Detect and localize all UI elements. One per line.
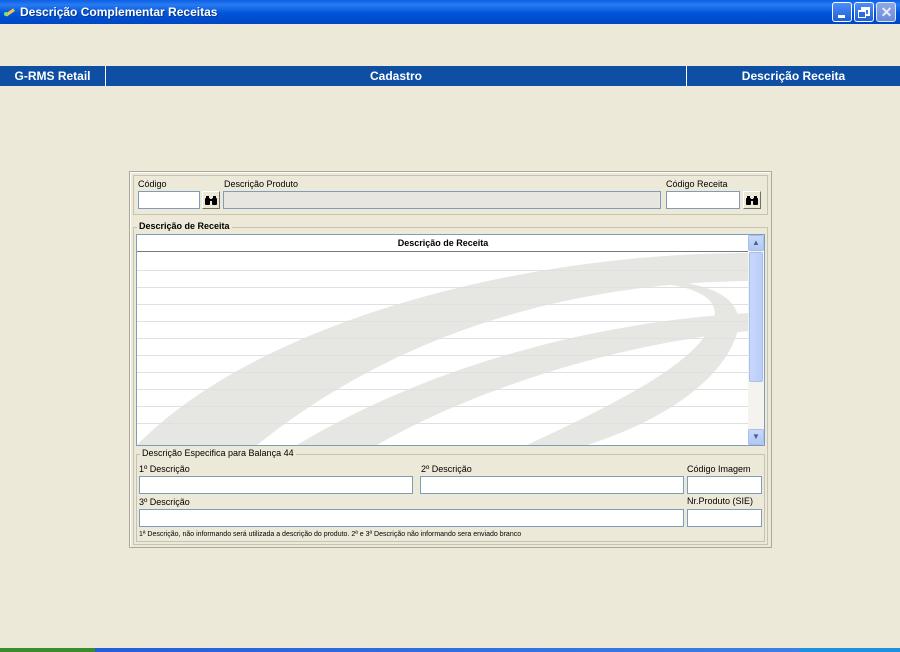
taskbar-edge [0, 648, 900, 652]
close-button[interactable]: ✕ [876, 2, 896, 22]
binoculars-icon [205, 196, 217, 205]
codigo-label: Código [138, 179, 167, 189]
descricao-3-label: 3º Descrição [139, 497, 190, 507]
codigo-receita-label: Código Receita [666, 179, 728, 189]
nr-produto-input[interactable] [687, 509, 762, 527]
descricao-receita-group-title: Descrição de Receita [137, 221, 232, 231]
title-bar: Descrição Complementar Receitas ✕ [0, 0, 900, 24]
find-produto-button[interactable] [202, 191, 220, 209]
grid-vertical-scrollbar[interactable]: ▲ ▼ [748, 235, 764, 445]
header-app-name: G-RMS Retail [0, 66, 106, 86]
header-screen: Descrição Receita [741, 69, 846, 83]
minimize-icon [838, 15, 845, 18]
descricao-produto-label: Descrição Produto [224, 179, 299, 189]
nr-produto-label: Nr.Produto (SIE) [687, 496, 754, 506]
descricao-3-input[interactable] [139, 509, 684, 527]
descricao-1-label: 1º Descrição [139, 464, 190, 474]
header-module: Cadastro [106, 66, 687, 86]
codigo-input[interactable] [138, 191, 200, 209]
descricao-1-input[interactable] [139, 476, 413, 494]
close-icon: ✕ [880, 4, 893, 20]
descricao-2-label: 2º Descrição [421, 464, 472, 474]
app-icon [4, 6, 16, 18]
maximize-button[interactable] [854, 2, 874, 22]
window-controls: ✕ [832, 2, 896, 22]
chevron-up-icon: ▲ [752, 238, 760, 247]
scroll-thumb[interactable] [749, 252, 763, 382]
codigo-imagem-input[interactable] [687, 476, 762, 494]
balanca-group-title: Descrição Especifica para Balança 44 [140, 448, 296, 458]
chevron-down-icon: ▼ [752, 432, 760, 441]
receita-grid[interactable]: Descrição de Receita ▲ ▼ [136, 234, 765, 446]
codigo-imagem-label: Código Imagem [687, 464, 751, 474]
minimize-button[interactable] [832, 2, 852, 22]
module-header: G-RMS Retail Cadastro Descrição Receita [0, 66, 900, 86]
codigo-receita-input[interactable] [666, 191, 740, 209]
watermark-logo [137, 253, 749, 445]
grid-column-header[interactable]: Descrição de Receita [137, 235, 749, 252]
help-note: 1ª Descrição, não informando será utiliz… [139, 531, 522, 538]
descricao-produto-field [223, 191, 661, 209]
descricao-2-input[interactable] [420, 476, 684, 494]
window-title: Descrição Complementar Receitas [20, 5, 218, 19]
scroll-down-button[interactable]: ▼ [748, 429, 764, 445]
scroll-up-button[interactable]: ▲ [748, 235, 764, 251]
find-receita-button[interactable] [743, 191, 761, 209]
binoculars-icon [746, 196, 758, 205]
